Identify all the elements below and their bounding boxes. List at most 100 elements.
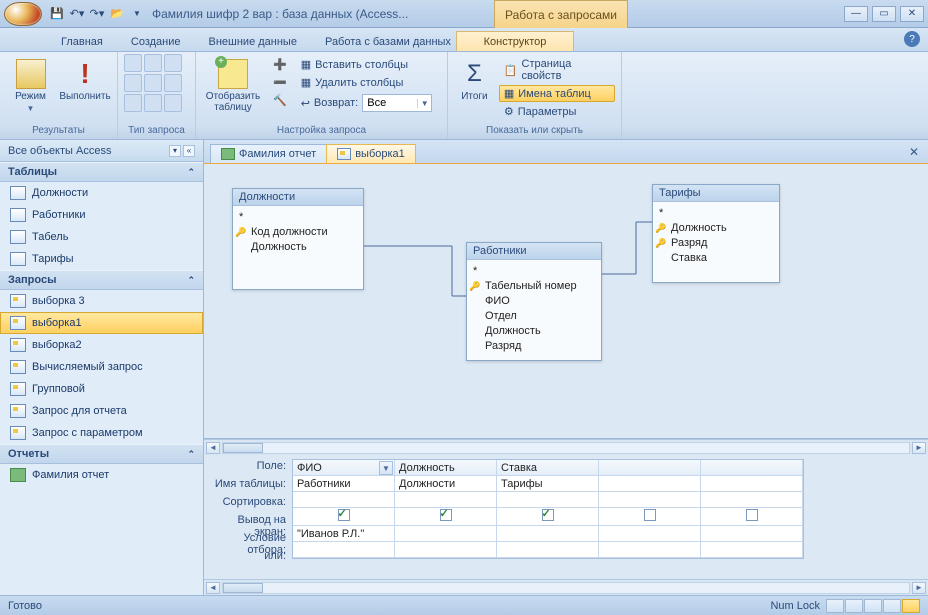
delete-rows-button[interactable]: ➖ xyxy=(268,74,292,91)
help-icon[interactable]: ? xyxy=(904,31,920,47)
minimize-button[interactable]: — xyxy=(844,6,868,22)
table-icon xyxy=(10,230,26,244)
scroll-right-icon[interactable]: ► xyxy=(912,442,926,454)
view-pivottable-icon[interactable] xyxy=(845,599,863,613)
nav-item-query[interactable]: Групповой xyxy=(0,378,203,400)
collapse-icon: ⌃ xyxy=(187,449,195,460)
exclamation-icon: ! xyxy=(70,59,100,89)
field-dropdown-icon[interactable]: ▼ xyxy=(379,461,393,475)
office-button[interactable] xyxy=(4,2,42,26)
table-icon xyxy=(10,186,26,200)
query-icon xyxy=(10,316,26,330)
group-setup-label: Настройка запроса xyxy=(202,125,441,139)
nav-item-query[interactable]: Запрос с параметром xyxy=(0,422,203,444)
group-results-label: Результаты xyxy=(6,125,111,139)
delete-cols-button[interactable]: ▦Удалить столбцы xyxy=(296,74,438,91)
totals-button[interactable]: Σ Итоги xyxy=(454,54,495,103)
group-showhide-label: Показать или скрыть xyxy=(454,125,615,139)
report-icon xyxy=(10,468,26,482)
tablenames-icon: ▦ xyxy=(504,87,514,100)
relationship-diagram[interactable]: Должности * Код должности Должность Рабо… xyxy=(204,164,928,439)
query-type-buttons[interactable] xyxy=(124,54,182,112)
nav-item-query[interactable]: Вычисляемый запрос xyxy=(0,356,203,378)
view-datasheet-icon[interactable] xyxy=(826,599,844,613)
open-icon[interactable]: 📂 xyxy=(108,5,126,23)
nav-item-table[interactable]: Должности xyxy=(0,182,203,204)
delete-row-icon: ➖ xyxy=(273,76,287,89)
parameters-button[interactable]: ⚙Параметры xyxy=(499,103,615,120)
qat-dropdown-icon[interactable]: ▼ xyxy=(128,5,146,23)
scroll-left-icon[interactable]: ◄ xyxy=(206,582,220,594)
tab-external[interactable]: Внешние данные xyxy=(196,31,310,51)
close-button[interactable]: ✕ xyxy=(900,6,924,22)
contextual-tab-label: Работа с запросами xyxy=(494,0,628,28)
table-box[interactable]: Должности * Код должности Должность xyxy=(232,188,364,290)
scroll-right-icon[interactable]: ► xyxy=(912,582,926,594)
nav-group-queries[interactable]: Запросы⌃ xyxy=(0,270,203,290)
query-design-grid[interactable]: Поле: Имя таблицы: Сортировка: Вывод на … xyxy=(204,455,928,595)
show-table-button[interactable]: + Отобразить таблицу xyxy=(202,54,264,114)
show-checkbox[interactable] xyxy=(440,509,452,521)
nav-group-reports[interactable]: Отчеты⌃ xyxy=(0,444,203,464)
nav-item-query[interactable]: Запрос для отчета xyxy=(0,400,203,422)
table-box[interactable]: Тарифы * Должность Разряд Ставка xyxy=(652,184,780,283)
query-icon xyxy=(10,404,26,418)
show-checkbox[interactable] xyxy=(644,509,656,521)
return-icon: ↩ xyxy=(301,97,310,110)
save-icon[interactable]: 💾 xyxy=(48,5,66,23)
table-names-button[interactable]: ▦Имена таблиц xyxy=(499,85,615,102)
show-checkbox[interactable] xyxy=(746,509,758,521)
redo-icon[interactable]: ↷▾ xyxy=(88,5,106,23)
insert-rows-button[interactable]: ➕ xyxy=(268,56,292,73)
nav-item-query[interactable]: выборка 3 xyxy=(0,290,203,312)
undo-icon[interactable]: ↶▾ xyxy=(68,5,86,23)
run-button[interactable]: ! Выполнить xyxy=(59,54,111,103)
property-sheet-button[interactable]: 📋Страница свойств xyxy=(499,56,615,84)
view-sql-icon[interactable] xyxy=(883,599,901,613)
collapse-icon: ⌃ xyxy=(187,167,195,178)
diagram-hscroll[interactable]: ◄ ► xyxy=(204,439,928,455)
nav-item-report[interactable]: Фамилия отчет xyxy=(0,464,203,486)
query-icon xyxy=(337,148,351,160)
insert-row-icon: ➕ xyxy=(273,58,287,71)
grid-hscroll[interactable]: ◄ ► xyxy=(204,579,928,595)
nav-item-query[interactable]: выборка1 xyxy=(0,312,203,334)
tab-create[interactable]: Создание xyxy=(118,31,194,51)
view-pivotchart-icon[interactable] xyxy=(864,599,882,613)
nav-collapse-icon[interactable]: « xyxy=(183,145,195,157)
tab-home[interactable]: Главная xyxy=(48,31,116,51)
query-icon xyxy=(10,360,26,374)
maximize-button[interactable]: ▭ xyxy=(872,6,896,22)
scroll-left-icon[interactable]: ◄ xyxy=(206,442,220,454)
nav-item-table[interactable]: Работники xyxy=(0,204,203,226)
view-button[interactable]: Режим ▼ xyxy=(6,54,55,114)
view-design-icon[interactable] xyxy=(902,599,920,613)
tab-dbtools[interactable]: Работа с базами данных xyxy=(312,31,464,51)
return-control: ↩Возврат: ▼ xyxy=(296,92,438,114)
query-icon xyxy=(10,426,26,440)
delete-col-icon: ▦ xyxy=(301,76,311,89)
nav-group-tables[interactable]: Таблицы⌃ xyxy=(0,162,203,182)
nav-options-icon[interactable]: ▾ xyxy=(169,145,181,157)
close-doc-icon[interactable]: ✕ xyxy=(906,144,922,160)
return-combo[interactable]: ▼ xyxy=(362,94,432,112)
tab-designer[interactable]: Конструктор xyxy=(456,31,574,51)
doc-tab-report[interactable]: Фамилия отчет xyxy=(210,144,327,163)
nav-header[interactable]: Все объекты Access ▾« xyxy=(0,140,203,162)
table-plus-icon: + xyxy=(218,59,248,89)
show-checkbox[interactable] xyxy=(542,509,554,521)
chevron-down-icon[interactable]: ▼ xyxy=(417,99,431,108)
nav-item-query[interactable]: выборка2 xyxy=(0,334,203,356)
query-icon xyxy=(10,338,26,352)
doc-tab-query[interactable]: выборка1 xyxy=(326,144,416,163)
nav-item-table[interactable]: Табель xyxy=(0,226,203,248)
table-box[interactable]: Работники * Табельный номер ФИО Отдел До… xyxy=(466,242,602,361)
show-checkbox[interactable] xyxy=(338,509,350,521)
nav-item-table[interactable]: Тарифы xyxy=(0,248,203,270)
builder-icon: 🔨 xyxy=(273,94,287,107)
builder-button[interactable]: 🔨 xyxy=(268,92,292,109)
query-icon xyxy=(10,294,26,308)
navigation-pane: Все объекты Access ▾« Таблицы⌃ Должности… xyxy=(0,140,204,595)
insert-cols-button[interactable]: ▦Вставить столбцы xyxy=(296,56,438,73)
numlock-indicator: Num Lock xyxy=(770,600,820,612)
